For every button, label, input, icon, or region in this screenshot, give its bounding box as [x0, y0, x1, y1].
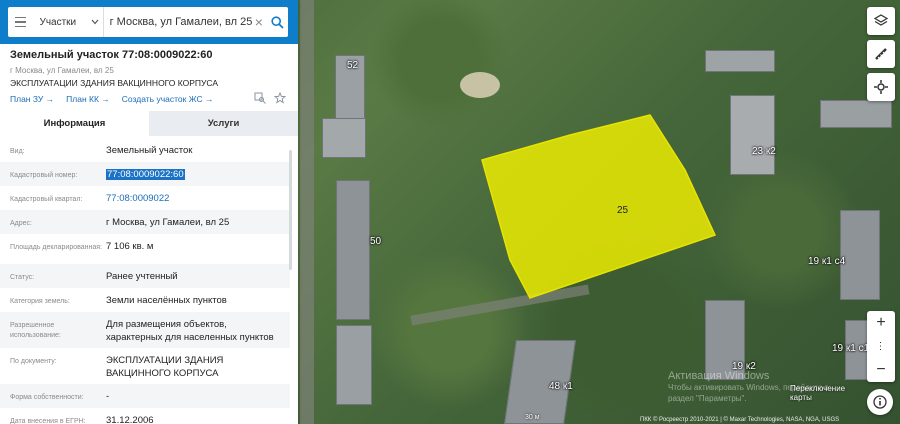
plan-kk-link[interactable]: План КК →	[66, 94, 110, 104]
locate-button[interactable]	[867, 73, 895, 101]
parcel-polygon[interactable]	[470, 110, 730, 310]
info-table: Вид: Земельный участок Кадастровый номер…	[0, 138, 290, 424]
info-row-land-category: Категория земель: Земли населённых пункт…	[0, 288, 290, 312]
zoom-in-button[interactable]: +	[867, 311, 895, 335]
attribution: ПКК © Росреестр 2010-2021 | © Maxar Tech…	[640, 417, 840, 423]
building	[840, 210, 880, 300]
object-title: Земельный участок 77:08:0009022:60	[10, 49, 213, 61]
info-key: Категория земель:	[10, 298, 70, 305]
info-key: Кадастровый квартал:	[10, 196, 83, 203]
ruler-icon	[875, 48, 887, 60]
search-icon	[270, 15, 284, 29]
cadastral-number-selected[interactable]: 77:08:0009022:60	[106, 169, 185, 180]
search-input[interactable]	[103, 7, 252, 37]
building	[322, 118, 366, 158]
create-parcel-link[interactable]: Создать участок ЖС →	[122, 94, 214, 104]
info-key: Статус:	[10, 274, 35, 281]
info-key: Форма собственности:	[10, 394, 84, 401]
building	[820, 100, 892, 128]
zoom-out-button[interactable]: −	[867, 358, 895, 382]
map-label-23k2: 23 к2	[752, 146, 776, 157]
info-value: 7 106 кв. м	[106, 241, 154, 252]
info-button[interactable]	[867, 389, 893, 415]
building	[336, 180, 370, 320]
object-address: г Москва, ул Гамалеи, вл 25	[10, 66, 114, 75]
info-value: ЭКСПЛУАТАЦИИ ЗДАНИЯ ВАКЦИННОГО КОРПУСА	[106, 355, 224, 379]
object-links: План ЗУ → План КК → Создать участок ЖС →	[10, 94, 213, 104]
map-label-52: 52	[347, 60, 359, 71]
info-value: г Москва, ул Гамалеи, вл 25	[106, 217, 230, 228]
building	[336, 325, 372, 405]
scrollbar[interactable]	[289, 150, 292, 270]
info-panel: Участки × Земельный участок 77:08:000902…	[0, 0, 298, 424]
search-bar: Участки ×	[0, 0, 298, 44]
info-key: Дата внесения в ЕГРН:	[10, 418, 86, 424]
info-key: По документу:	[10, 358, 57, 365]
map-label-25: 25	[617, 205, 629, 216]
info-value: Земельный участок	[106, 145, 193, 156]
info-key: Кадастровый номер:	[10, 172, 78, 179]
watermark-line1: Активация Windows	[668, 370, 770, 382]
info-row-by-document: По документу: ЭКСПЛУАТАЦИИ ЗДАНИЯ ВАКЦИН…	[0, 348, 290, 384]
chevron-down-icon	[91, 19, 99, 25]
layer-select[interactable]: Участки	[33, 7, 104, 37]
search-box: Участки ×	[8, 7, 288, 37]
tab-information[interactable]: Информация	[0, 111, 149, 136]
cadastral-quarter-link[interactable]: 77:08:0009022	[106, 192, 284, 210]
tab-services[interactable]: Услуги	[149, 111, 298, 136]
info-row-cadastral-number: Кадастровый номер: 77:08:0009022:60	[0, 162, 290, 186]
info-row-area: Площадь декларированная: 7 106 кв. м	[0, 234, 290, 264]
scale-label: 30 м	[525, 414, 540, 421]
plan-zu-link[interactable]: План ЗУ →	[10, 94, 54, 104]
menu-icon[interactable]	[8, 7, 33, 37]
object-actions	[254, 92, 286, 104]
building	[730, 95, 775, 175]
info-key: Адрес:	[10, 220, 32, 227]
star-icon[interactable]	[274, 92, 286, 104]
info-key: Разрешенное использование:	[10, 322, 61, 339]
info-key: Вид:	[10, 148, 25, 155]
switch-map-label[interactable]: Переключение карты	[790, 384, 860, 402]
info-value: -	[106, 391, 110, 402]
map-label-19k1c4: 19 к1 с4	[808, 256, 846, 267]
map-label-48k1: 48 к1	[549, 381, 573, 392]
info-value: Земли населённых пунктов	[106, 295, 227, 306]
building	[705, 50, 775, 72]
more-icon[interactable]: ⋮	[867, 335, 895, 359]
info-row-egrn-date: Дата внесения в ЕГРН: 31.12.2006	[0, 408, 290, 424]
map-label-50: 50	[370, 236, 382, 247]
measure-button[interactable]	[867, 40, 895, 68]
info-value[interactable]: 77:08:0009022:60	[106, 168, 284, 186]
info-key: Площадь декларированная:	[10, 244, 102, 251]
layers-button[interactable]	[867, 7, 895, 35]
info-row-status: Статус: Ранее учтенный	[0, 264, 290, 288]
info-value: Для размещения объектов, характерных для…	[106, 319, 274, 343]
info-row-kind: Вид: Земельный участок	[0, 138, 290, 162]
zoom-controls: + ⋮ −	[867, 311, 895, 382]
object-purpose: ЭКСПЛУАТАЦИИ ЗДАНИЯ ВАКЦИННОГО КОРПУСА	[10, 78, 219, 88]
info-row-ownership: Форма собственности: -	[0, 384, 290, 408]
info-value: Ранее учтенный	[106, 271, 178, 282]
layers-icon	[874, 14, 888, 26]
layer-select-value: Участки	[39, 16, 77, 28]
clear-icon[interactable]: ×	[252, 7, 267, 37]
pavilion	[460, 72, 500, 98]
crosshair-icon	[874, 80, 888, 94]
info-icon	[873, 395, 887, 409]
info-value: 31.12.2006	[106, 415, 154, 424]
map-label-19k1c1: 19 к1 с1	[832, 343, 870, 354]
info-row-cadastral-quarter: Кадастровый квартал: 77:08:0009022	[0, 186, 290, 210]
zoom-to-object-icon[interactable]	[254, 92, 266, 104]
info-row-permitted-use: Разрешенное использование: Для размещени…	[0, 312, 290, 348]
info-row-address: Адрес: г Москва, ул Гамалеи, вл 25	[0, 210, 290, 234]
panel-tabs: Информация Услуги	[0, 111, 298, 136]
search-button[interactable]	[266, 7, 288, 37]
